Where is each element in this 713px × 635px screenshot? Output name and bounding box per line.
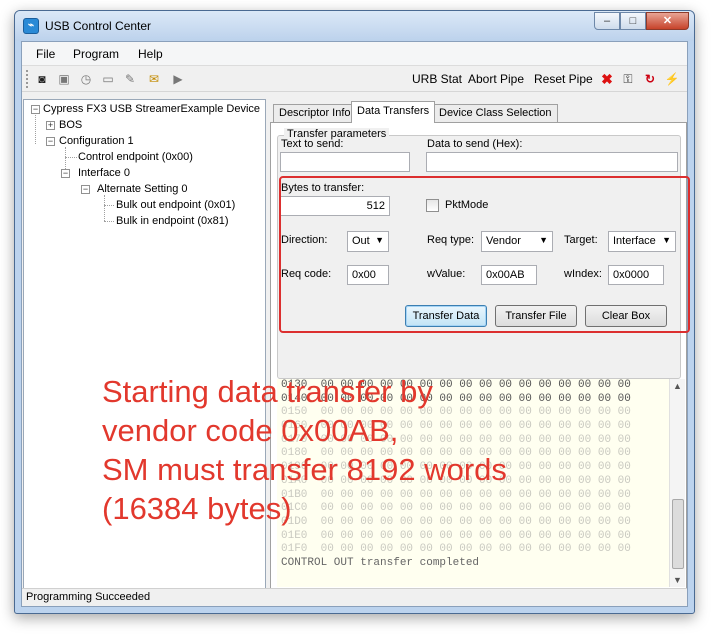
toolbar: ◙ ▣ ◷ ▭ ✎ ✉ ▶ URB Stat Abort Pipe Reset … <box>22 66 687 92</box>
reset-pipe-button[interactable]: Reset Pipe <box>534 72 593 86</box>
annotation-text: Starting data transfer by vendor code 0x… <box>102 372 572 528</box>
collapse-icon[interactable]: − <box>31 105 40 114</box>
tree-interface[interactable]: Interface 0 <box>78 167 130 179</box>
window-title: USB Control Center <box>45 19 152 33</box>
expand-icon[interactable]: + <box>46 121 55 130</box>
menu-bar: File Program Help <box>22 42 687 66</box>
tree-configuration[interactable]: Configuration 1 <box>59 135 134 147</box>
tab-device-class-selection[interactable]: Device Class Selection <box>433 104 558 122</box>
note-icon[interactable]: ✉ <box>146 71 162 87</box>
annotation-line: SM must transfer 8192 words <box>102 452 507 487</box>
text-to-send-input[interactable] <box>280 152 410 172</box>
camera-icon[interactable]: ◙ <box>34 71 50 87</box>
abort-pipe-button[interactable]: Abort Pipe <box>468 72 524 86</box>
tree-bos[interactable]: BOS <box>59 119 82 131</box>
tree-bulk-out-endpoint[interactable]: Bulk out endpoint (0x01) <box>116 199 235 211</box>
scroll-down-icon[interactable]: ▼ <box>673 575 682 585</box>
status-bar: Programming Succeeded <box>22 588 687 606</box>
play-icon[interactable]: ▶ <box>170 71 186 87</box>
annotation-line: (16384 bytes) <box>102 491 292 526</box>
tree-control-endpoint[interactable]: Control endpoint (0x00) <box>78 151 193 163</box>
hex-row: 01F0 00 00 00 00 00 00 00 00 00 00 00 00… <box>281 543 631 556</box>
tree-bulk-in-endpoint[interactable]: Bulk in endpoint (0x81) <box>116 215 229 227</box>
scroll-thumb[interactable] <box>672 499 684 569</box>
menu-program[interactable]: Program <box>73 47 119 61</box>
highlight-box <box>279 176 690 333</box>
maximize-button[interactable]: □ <box>620 12 646 30</box>
title-bar[interactable]: ⌁ USB Control Center ‒ □ ✕ <box>15 11 694 41</box>
x-icon[interactable]: ✖ <box>599 71 615 87</box>
hex-data-input[interactable] <box>426 152 678 172</box>
collapse-icon[interactable]: − <box>46 137 55 146</box>
stop-icon[interactable]: ▣ <box>56 71 72 87</box>
hex-scrollbar[interactable]: ▲ ▼ <box>669 379 685 587</box>
page-icon[interactable]: ▭ <box>100 71 116 87</box>
scroll-up-icon[interactable]: ▲ <box>673 381 682 391</box>
tab-data-transfers[interactable]: Data Transfers <box>351 101 436 123</box>
window-controls: ‒ □ ✕ <box>594 12 689 30</box>
timer-icon[interactable]: ◷ <box>78 71 94 87</box>
close-button[interactable]: ✕ <box>646 12 689 30</box>
menu-file[interactable]: File <box>36 47 55 61</box>
text-to-send-label: Text to send: <box>281 138 344 150</box>
minimize-button[interactable]: ‒ <box>594 12 620 30</box>
lightning-icon[interactable]: ⚡ <box>664 71 680 87</box>
tree-device[interactable]: Cypress FX3 USB StreamerExample Device <box>43 103 260 115</box>
toolbar-grip-icon[interactable] <box>26 70 29 88</box>
usb-app-icon: ⌁ <box>23 18 39 34</box>
annotation-line: vendor code 0x00AB, <box>102 413 399 448</box>
tree-alternate-setting[interactable]: Alternate Setting 0 <box>97 183 188 195</box>
urb-stat-button[interactable]: URB Stat <box>412 72 462 86</box>
menu-help[interactable]: Help <box>138 47 163 61</box>
lock-icon[interactable]: ⚿ <box>620 71 636 87</box>
tab-descriptor-info[interactable]: Descriptor Info <box>273 104 357 122</box>
collapse-icon[interactable]: − <box>61 169 70 178</box>
annotation-line: Starting data transfer by <box>102 374 433 409</box>
data-to-send-label: Data to send (Hex): <box>427 138 523 150</box>
collapse-icon[interactable]: − <box>81 185 90 194</box>
reset-icon[interactable]: ↻ <box>642 71 658 87</box>
wrench-icon[interactable]: ✎ <box>122 71 138 87</box>
hex-row: 01E0 00 00 00 00 00 00 00 00 00 00 00 00… <box>281 529 631 542</box>
transfer-status-line: CONTROL OUT transfer completed <box>281 556 480 569</box>
